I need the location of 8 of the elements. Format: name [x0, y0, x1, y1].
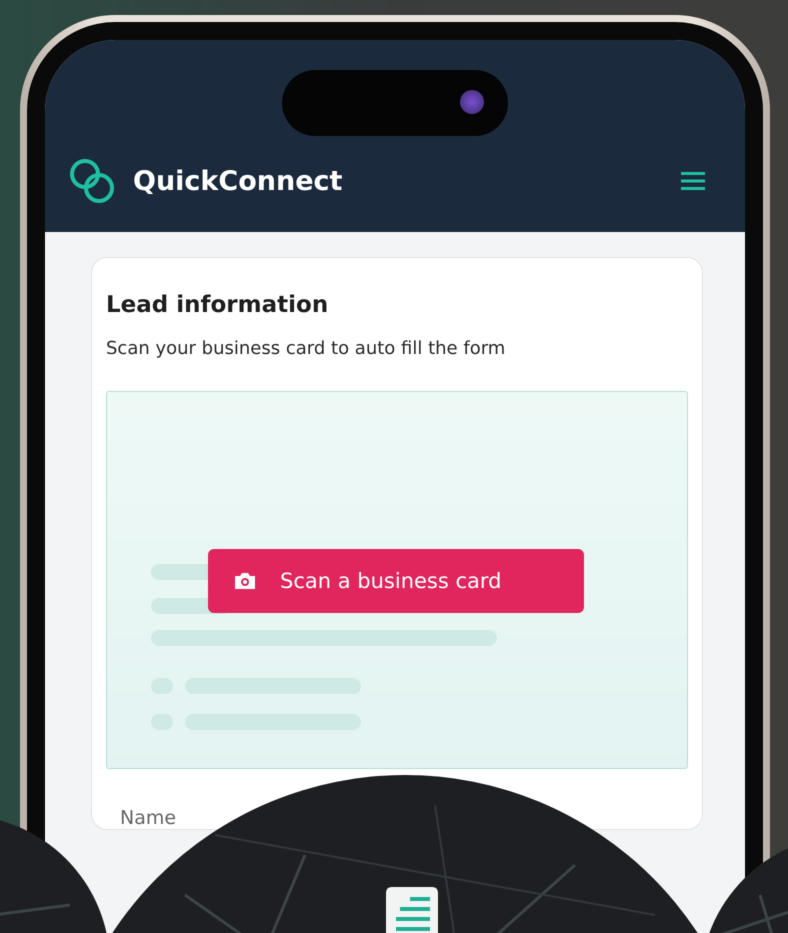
camera-icon: [232, 571, 258, 591]
menu-icon[interactable]: [681, 171, 705, 191]
card-subtitle: Scan your business card to auto fill the form: [106, 338, 506, 359]
scan-card-button[interactable]: Scan a business card: [208, 549, 584, 613]
logo-icon: [67, 156, 117, 206]
card-title: Lead information: [106, 292, 330, 318]
app-name: QuickConnect: [133, 166, 344, 196]
camera-icon: [460, 90, 484, 114]
